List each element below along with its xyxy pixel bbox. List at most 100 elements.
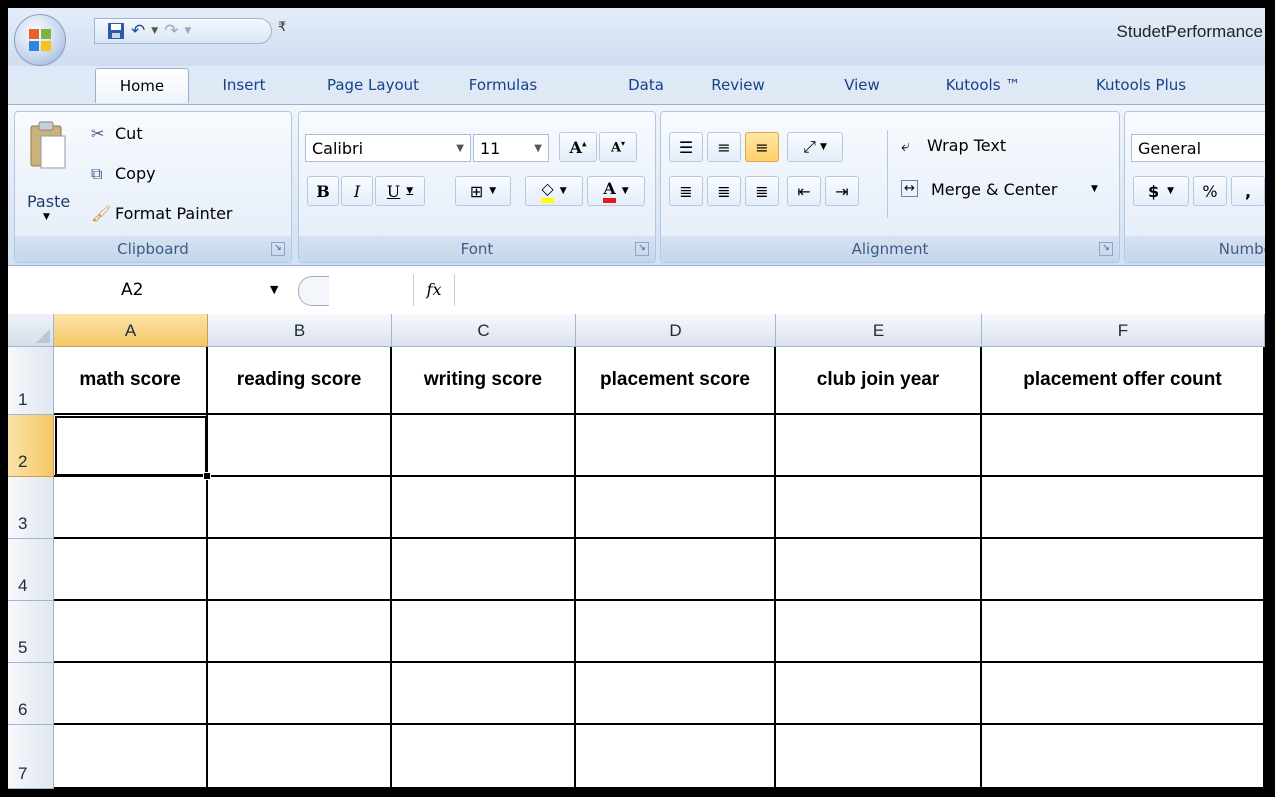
shrink-font-button[interactable]: A▾ bbox=[599, 132, 637, 162]
cell-c2[interactable] bbox=[392, 415, 576, 477]
select-all-corner[interactable] bbox=[8, 314, 54, 347]
font-launcher-icon[interactable]: ↘ bbox=[635, 242, 649, 256]
font-color-button[interactable]: A ▼ bbox=[587, 176, 645, 206]
tab-review[interactable]: Review bbox=[698, 68, 778, 102]
cell-d1[interactable]: placement score bbox=[576, 347, 776, 415]
cell-a1[interactable]: math score bbox=[54, 347, 208, 415]
redo-icon[interactable]: ↷ bbox=[164, 20, 178, 42]
cell-f3[interactable] bbox=[982, 477, 1265, 539]
column-header-d[interactable]: D bbox=[576, 314, 776, 347]
percent-button[interactable]: % bbox=[1193, 176, 1227, 206]
row-header-1[interactable]: 1 bbox=[8, 347, 54, 415]
cell-a4[interactable] bbox=[54, 539, 208, 601]
cell-c4[interactable] bbox=[392, 539, 576, 601]
office-button[interactable] bbox=[14, 14, 66, 66]
format-painter-button[interactable]: 🖌 Format Painter bbox=[85, 202, 285, 228]
merge-center-button[interactable]: ↔ Merge & Center ▼ bbox=[897, 176, 1111, 206]
cell-c1[interactable]: writing score bbox=[392, 347, 576, 415]
cell-c7[interactable] bbox=[392, 725, 576, 789]
cell-b3[interactable] bbox=[208, 477, 392, 539]
row-header-6[interactable]: 6 bbox=[8, 663, 54, 725]
cell-b4[interactable] bbox=[208, 539, 392, 601]
tab-view[interactable]: View bbox=[834, 68, 890, 102]
tab-formulas[interactable]: Formulas bbox=[454, 68, 552, 102]
cell-d4[interactable] bbox=[576, 539, 776, 601]
fill-color-button[interactable]: ◇ ▼ bbox=[525, 176, 583, 206]
tab-kutools[interactable]: Kutools ™ bbox=[928, 68, 1038, 102]
column-header-b[interactable]: B bbox=[208, 314, 392, 347]
row-header-3[interactable]: 3 bbox=[8, 477, 54, 539]
align-middle-button[interactable]: ≡ bbox=[707, 132, 741, 162]
currency-button[interactable]: $ ▼ bbox=[1133, 176, 1189, 206]
comma-button[interactable]: , bbox=[1231, 176, 1265, 206]
tab-page-layout[interactable]: Page Layout bbox=[308, 68, 438, 102]
italic-button[interactable]: I bbox=[341, 176, 373, 206]
font-size-select[interactable]: 11 ▼ bbox=[473, 134, 549, 162]
row-header-7[interactable]: 7 bbox=[8, 725, 54, 789]
cell-e2[interactable] bbox=[776, 415, 982, 477]
cell-b7[interactable] bbox=[208, 725, 392, 789]
name-box[interactable]: A2 ▼ bbox=[8, 274, 283, 306]
align-left-button[interactable]: ≣ bbox=[669, 176, 703, 206]
increase-indent-button[interactable]: ⇥ bbox=[825, 176, 859, 206]
formula-bar-resize-handle[interactable] bbox=[298, 276, 329, 306]
cell-e1[interactable]: club join year bbox=[776, 347, 982, 415]
clipboard-launcher-icon[interactable]: ↘ bbox=[271, 242, 285, 256]
tab-insert[interactable]: Insert bbox=[204, 68, 284, 102]
alignment-launcher-icon[interactable]: ↘ bbox=[1099, 242, 1113, 256]
cell-a3[interactable] bbox=[54, 477, 208, 539]
decrease-indent-button[interactable]: ⇤ bbox=[787, 176, 821, 206]
cell-e7[interactable] bbox=[776, 725, 982, 789]
cut-button[interactable]: ✂ Cut bbox=[85, 122, 175, 148]
save-icon[interactable] bbox=[107, 20, 125, 42]
row-header-5[interactable]: 5 bbox=[8, 601, 54, 663]
cell-c6[interactable] bbox=[392, 663, 576, 725]
tab-data[interactable]: Data bbox=[618, 68, 674, 102]
cell-b6[interactable] bbox=[208, 663, 392, 725]
fill-handle[interactable] bbox=[203, 472, 211, 480]
cell-a5[interactable] bbox=[54, 601, 208, 663]
undo-icon[interactable]: ↶ bbox=[131, 20, 145, 42]
cell-f5[interactable] bbox=[982, 601, 1265, 663]
orientation-button[interactable]: ⤢ ▼ bbox=[787, 132, 843, 162]
redo-dropdown-icon[interactable]: ▼ bbox=[184, 26, 191, 36]
cell-f4[interactable] bbox=[982, 539, 1265, 601]
tab-kutools-plus[interactable]: Kutools Plus bbox=[1076, 68, 1206, 102]
cell-b5[interactable] bbox=[208, 601, 392, 663]
row-header-4[interactable]: 4 bbox=[8, 539, 54, 601]
borders-button[interactable]: ⊞ ▼ bbox=[455, 176, 511, 206]
cell-e4[interactable] bbox=[776, 539, 982, 601]
cell-a7[interactable] bbox=[54, 725, 208, 789]
cell-f2[interactable] bbox=[982, 415, 1265, 477]
cell-d6[interactable] bbox=[576, 663, 776, 725]
cell-e6[interactable] bbox=[776, 663, 982, 725]
cell-f1[interactable]: placement offer count bbox=[982, 347, 1265, 415]
undo-dropdown-icon[interactable]: ▼ bbox=[151, 26, 158, 36]
align-center-button[interactable]: ≣ bbox=[707, 176, 741, 206]
cell-b2[interactable] bbox=[208, 415, 392, 477]
align-top-button[interactable]: ☰ bbox=[669, 132, 703, 162]
bold-button[interactable]: B bbox=[307, 176, 339, 206]
cell-d5[interactable] bbox=[576, 601, 776, 663]
cell-d2[interactable] bbox=[576, 415, 776, 477]
cell-d3[interactable] bbox=[576, 477, 776, 539]
cell-e3[interactable] bbox=[776, 477, 982, 539]
tab-home[interactable]: Home bbox=[95, 68, 189, 103]
column-header-c[interactable]: C bbox=[392, 314, 576, 347]
paste-button[interactable]: Paste ▼ bbox=[19, 116, 81, 228]
font-name-select[interactable]: Calibri ▼ bbox=[305, 134, 471, 162]
row-header-2[interactable]: 2 bbox=[8, 415, 54, 477]
cell-e5[interactable] bbox=[776, 601, 982, 663]
wrap-text-button[interactable]: ⤶ Wrap Text bbox=[897, 132, 1047, 162]
cell-b1[interactable]: reading score bbox=[208, 347, 392, 415]
underline-button[interactable]: U ▼ bbox=[375, 176, 425, 206]
formula-input[interactable] bbox=[454, 274, 1265, 306]
cell-d7[interactable] bbox=[576, 725, 776, 789]
column-header-e[interactable]: E bbox=[776, 314, 982, 347]
number-format-select[interactable]: General bbox=[1131, 134, 1265, 162]
column-header-a[interactable]: A bbox=[54, 314, 208, 347]
column-header-f[interactable]: F bbox=[982, 314, 1265, 347]
cell-a6[interactable] bbox=[54, 663, 208, 725]
customize-qat-icon[interactable]: ₹ bbox=[278, 20, 286, 35]
cell-f7[interactable] bbox=[982, 725, 1265, 789]
